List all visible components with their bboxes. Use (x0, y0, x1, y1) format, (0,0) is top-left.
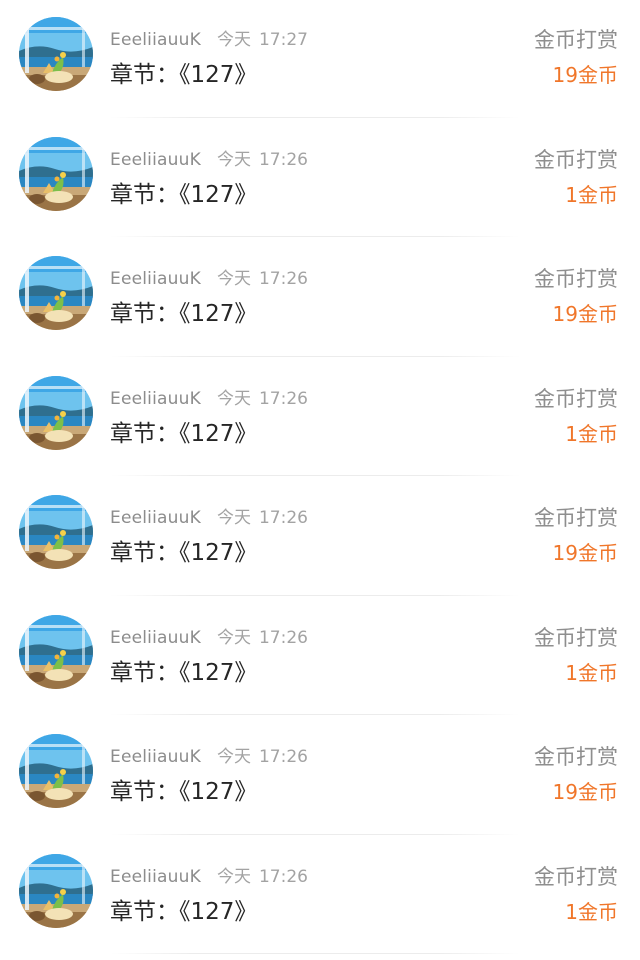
timestamp: 17:26 (258, 747, 308, 767)
reward-type-label: 金币打赏 (534, 625, 618, 650)
reward-amount: 19金币 (552, 541, 618, 565)
avatar-image (19, 853, 93, 928)
timestamp: 17:26 (258, 508, 308, 528)
date-label: 今天 (216, 866, 251, 887)
timestamp: 17:26 (258, 866, 308, 887)
avatar[interactable] (19, 256, 93, 330)
list-item[interactable]: EeeliiauuK 今天 17:26 章节：《127》 金币打赏 19金币 (0, 478, 640, 598)
meta-line: EeeliiauuK 今天 17:26 (110, 745, 308, 769)
list-item[interactable]: EeeliiauuK 今天 17:26 章节：《127》 金币打赏 19金币 (0, 239, 640, 359)
reward-type-label: 金币打赏 (534, 267, 618, 291)
reward-amount: 19金币 (552, 780, 618, 804)
avatar-image (19, 17, 93, 91)
timestamp: 17:26 (258, 269, 308, 289)
reward-type-label: 金币打赏 (534, 864, 618, 889)
avatar-image (19, 734, 93, 808)
avatar[interactable] (19, 614, 93, 689)
divider (110, 116, 520, 118)
reward-list: EeeliiauuK 今天 17:27 章节：《127》 金币打赏 19金币 E… (0, 0, 640, 960)
date-label: 今天 (216, 149, 251, 170)
meta-line: EeeliiauuK 今天 17:26 (110, 148, 308, 172)
username[interactable]: EeeliiauuK (110, 389, 201, 409)
divider (110, 475, 520, 476)
divider (110, 833, 520, 835)
chapter-label: 章节：《127》 (110, 62, 258, 88)
avatar[interactable] (19, 17, 93, 91)
meta-line: EeeliiauuK 今天 17:26 (110, 387, 308, 411)
avatar-image (19, 375, 93, 450)
list-item[interactable]: EeeliiauuK 今天 17:26 章节：《127》 金币打赏 1金币 (0, 359, 640, 479)
avatar-image (19, 614, 93, 689)
divider (110, 714, 520, 715)
avatar[interactable] (19, 495, 93, 569)
username[interactable]: EeeliiauuK (110, 628, 201, 648)
avatar[interactable] (19, 734, 93, 808)
meta-line: EeeliiauuK 今天 17:26 (110, 626, 308, 650)
username[interactable]: EeeliiauuK (110, 867, 201, 887)
username[interactable]: EeeliiauuK (110, 150, 201, 170)
reward-amount: 1金币 (565, 182, 618, 207)
list-item[interactable]: EeeliiauuK 今天 17:26 章节：《127》 金币打赏 19金币 (0, 717, 640, 837)
divider (110, 236, 520, 237)
date-label: 今天 (216, 388, 251, 409)
timestamp: 17:27 (258, 30, 308, 50)
timestamp: 17:26 (258, 149, 308, 170)
meta-line: EeeliiauuK 今天 17:26 (110, 506, 308, 530)
divider (110, 355, 520, 357)
meta-line: EeeliiauuK 今天 17:26 (110, 267, 308, 291)
list-item[interactable]: EeeliiauuK 今天 17:26 章节：《127》 金币打赏 1金币 (0, 837, 640, 957)
list-item[interactable]: EeeliiauuK 今天 17:27 章节：《127》 金币打赏 19金币 (0, 0, 640, 120)
date-label: 今天 (216, 30, 251, 50)
date-label: 今天 (216, 747, 251, 767)
date-label: 今天 (216, 269, 251, 289)
avatar[interactable] (19, 853, 93, 928)
divider (110, 953, 520, 954)
date-label: 今天 (216, 627, 251, 648)
avatar-image (19, 136, 93, 211)
username[interactable]: EeeliiauuK (110, 508, 201, 528)
reward-type-label: 金币打赏 (534, 147, 618, 172)
reward-amount: 19金币 (552, 302, 618, 326)
username[interactable]: EeeliiauuK (110, 747, 201, 767)
reward-amount: 1金币 (565, 421, 618, 446)
list-item[interactable]: EeeliiauuK 今天 17:26 章节：《127》 金币打赏 1金币 (0, 120, 640, 240)
list-item[interactable]: EeeliiauuK 今天 17:26 章节：《127》 金币打赏 1金币 (0, 598, 640, 718)
avatar[interactable] (19, 375, 93, 450)
timestamp: 17:26 (258, 388, 308, 409)
chapter-label: 章节：《127》 (110, 420, 258, 447)
avatar-image (19, 256, 93, 330)
avatar-image (19, 495, 93, 569)
meta-line: EeeliiauuK 今天 17:27 (110, 28, 308, 52)
chapter-label: 章节：《127》 (110, 181, 258, 208)
timestamp: 17:26 (258, 627, 308, 648)
avatar[interactable] (19, 136, 93, 211)
date-label: 今天 (216, 508, 251, 528)
chapter-label: 章节：《127》 (110, 540, 258, 566)
meta-line: EeeliiauuK 今天 17:26 (110, 865, 308, 889)
reward-type-label: 金币打赏 (534, 28, 618, 52)
reward-type-label: 金币打赏 (534, 506, 618, 530)
chapter-label: 章节：《127》 (110, 898, 258, 925)
reward-amount: 1金币 (565, 660, 618, 685)
reward-amount: 1金币 (565, 899, 618, 924)
reward-type-label: 金币打赏 (534, 745, 618, 769)
username[interactable]: EeeliiauuK (110, 30, 201, 50)
divider (110, 594, 520, 596)
chapter-label: 章节：《127》 (110, 779, 258, 805)
username[interactable]: EeeliiauuK (110, 269, 201, 289)
chapter-label: 章节：《127》 (110, 659, 258, 686)
reward-amount: 19金币 (552, 63, 618, 87)
chapter-label: 章节：《127》 (110, 301, 258, 327)
reward-type-label: 金币打赏 (534, 386, 618, 411)
